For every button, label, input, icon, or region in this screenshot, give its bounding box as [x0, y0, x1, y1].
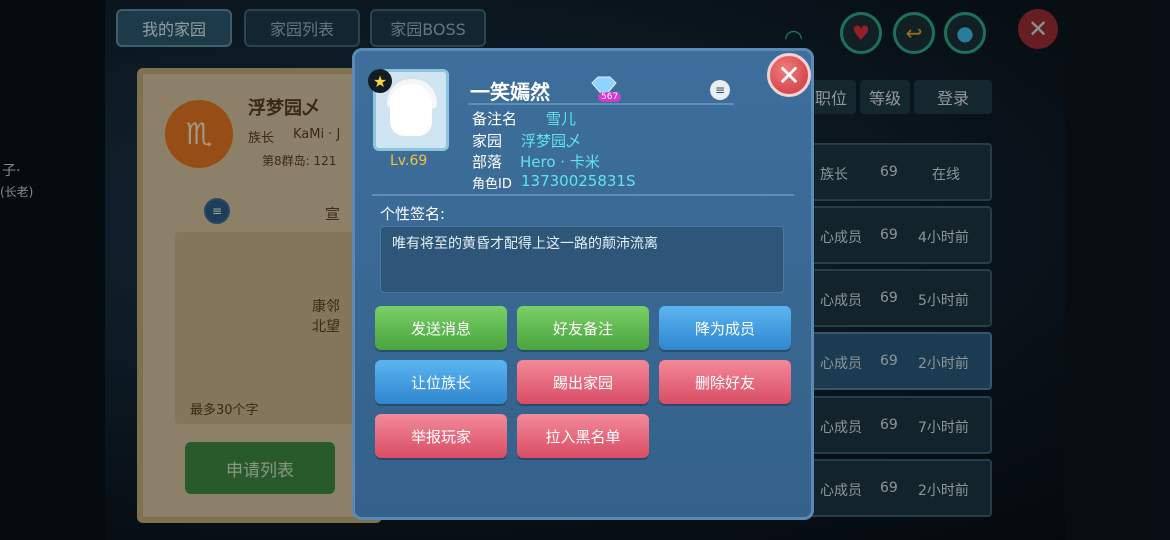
- close-icon[interactable]: ✕: [767, 53, 811, 97]
- home-value: 浮梦园乄: [521, 132, 582, 150]
- home-label: 家园: [472, 132, 503, 150]
- report-player-button[interactable]: 举报玩家: [375, 414, 507, 458]
- player-name: 一笑嫣然: [470, 80, 550, 104]
- kick-from-home-button[interactable]: 踢出家园: [517, 360, 649, 404]
- blacklist-button[interactable]: 拉入黑名单: [517, 414, 649, 458]
- memo-icon[interactable]: ≡: [710, 80, 730, 100]
- gem-count: 567: [598, 92, 622, 102]
- avatar-face: [390, 84, 432, 136]
- section-divider: [372, 194, 794, 196]
- friend-remark-button[interactable]: 好友备注: [517, 306, 649, 350]
- tribe-label: 部落: [472, 153, 503, 171]
- signature-label: 个性签名:: [380, 205, 446, 223]
- name-divider: [468, 103, 734, 105]
- role-id-label: 角色ID: [472, 177, 512, 192]
- remark-value: 雪儿: [546, 110, 577, 128]
- player-level: Lv.69: [390, 153, 428, 169]
- send-message-button[interactable]: 发送消息: [375, 306, 507, 350]
- delete-friend-button[interactable]: 删除好友: [659, 360, 791, 404]
- star-icon: ★: [368, 69, 392, 93]
- demote-member-button[interactable]: 降为成员: [659, 306, 791, 350]
- role-id-value: 13730025831S: [521, 172, 636, 190]
- transfer-leader-button[interactable]: 让位族长: [375, 360, 507, 404]
- tribe-value: Hero · 卡米: [520, 153, 600, 171]
- signature-text: 唯有将至的黄昏才配得上这一路的颠沛流离: [392, 236, 658, 252]
- remark-label: 备注名: [472, 110, 518, 128]
